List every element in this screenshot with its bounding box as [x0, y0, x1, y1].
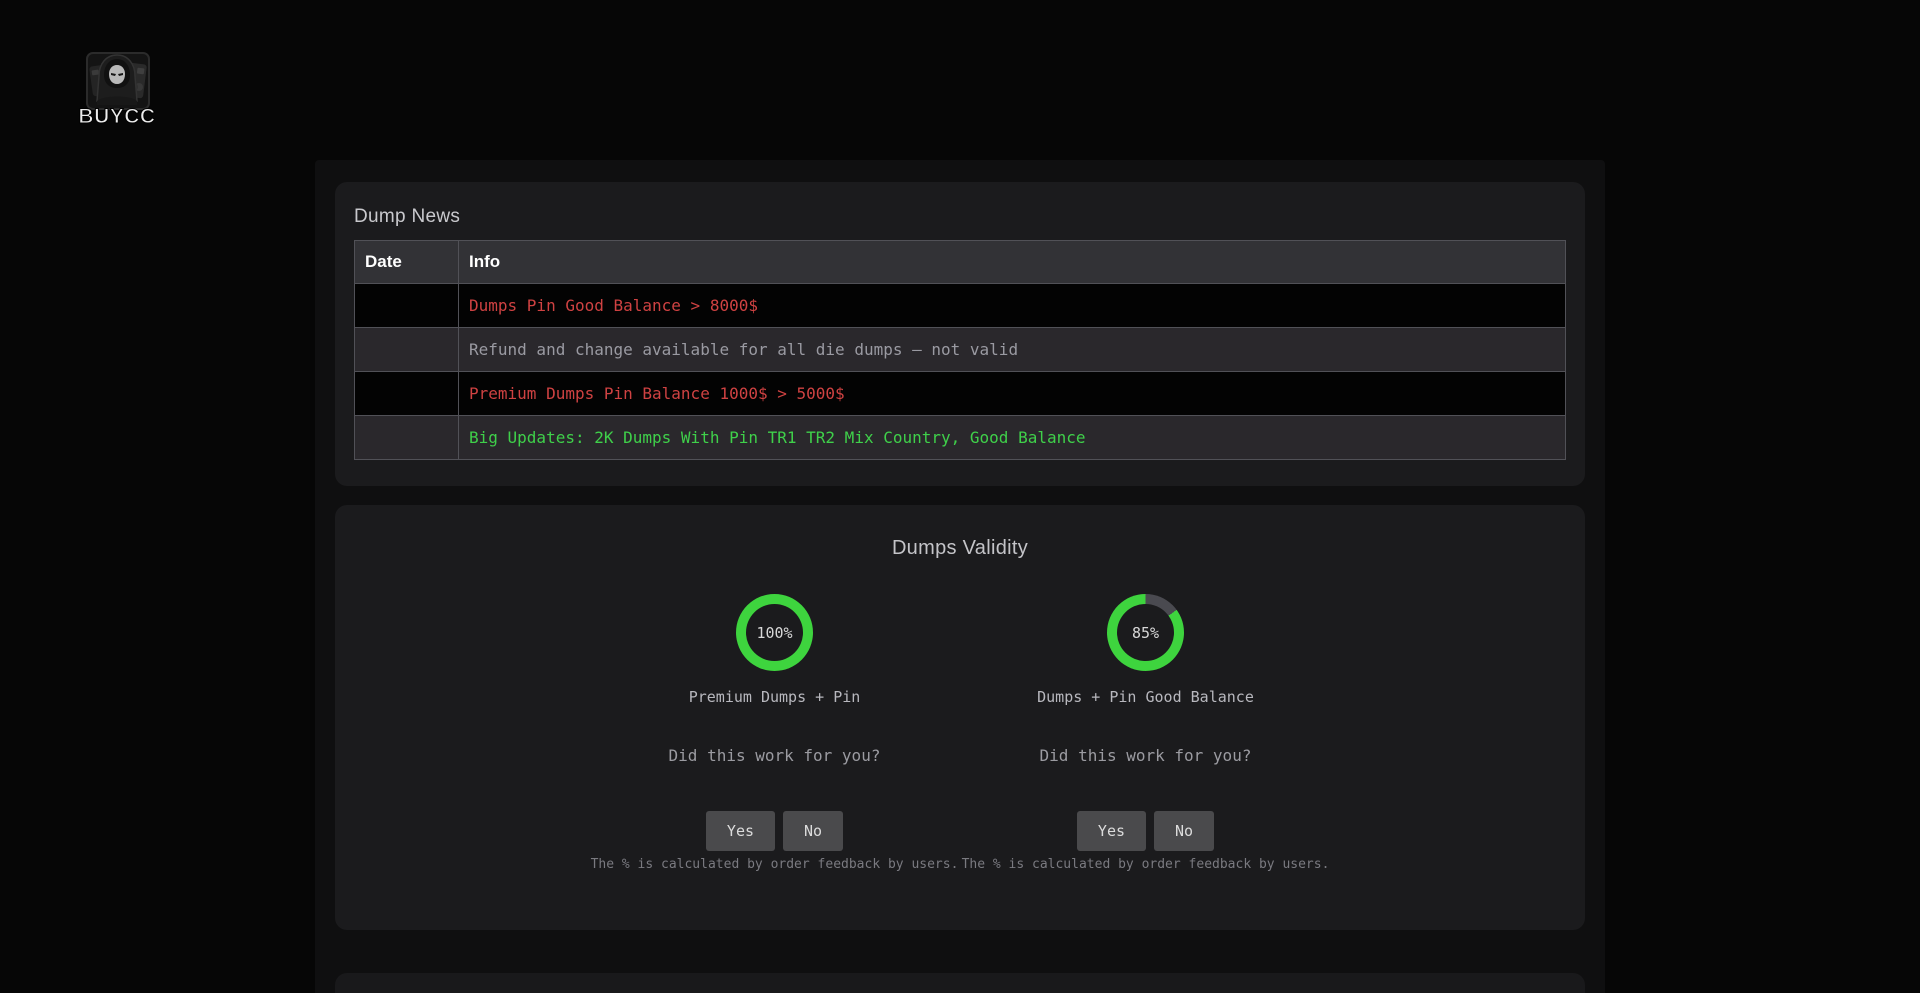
next-section-card: [335, 973, 1585, 993]
table-row: Premium Dumps Pin Balance 1000$ > 5000$: [355, 372, 1566, 416]
vote-buttons: Yes No: [589, 811, 960, 851]
gauge-dumps-pin-good-balance: 85% Dumps + Pin Good Balance Did this wo…: [960, 594, 1331, 872]
news-date-cell: [355, 328, 459, 372]
site-logo[interactable]: BUYCC: [73, 43, 161, 131]
gauges-row: 100% Premium Dumps + Pin Did this work f…: [335, 594, 1585, 872]
table-header-row: Date Info: [355, 241, 1566, 284]
dumps-validity-card: Dumps Validity 100% Premium Dumps + Pin …: [335, 505, 1585, 930]
dumps-validity-title: Dumps Validity: [335, 537, 1585, 560]
news-date-cell: [355, 416, 459, 460]
yes-button[interactable]: Yes: [1077, 811, 1146, 851]
gauge-percent: 85%: [1117, 604, 1174, 661]
logo-wordmark: BUYCC: [78, 105, 155, 128]
news-date-cell: [355, 284, 459, 328]
gauge-footnote: The % is calculated by order feedback by…: [960, 857, 1331, 872]
column-header-info: Info: [459, 241, 1566, 284]
table-row: Dumps Pin Good Balance > 8000$: [355, 284, 1566, 328]
no-button[interactable]: No: [783, 811, 843, 851]
vote-buttons: Yes No: [960, 811, 1331, 851]
validity-gauge-ring: 85%: [1107, 594, 1184, 671]
table-row: Refund and change available for all die …: [355, 328, 1566, 372]
news-info-cell: Premium Dumps Pin Balance 1000$ > 5000$: [459, 372, 1566, 416]
gauge-footnote: The % is calculated by order feedback by…: [589, 857, 960, 872]
gauge-percent: 100%: [746, 604, 803, 661]
news-date-cell: [355, 372, 459, 416]
dump-news-card: Dump News Date Info Dumps Pin Good Balan…: [335, 182, 1585, 486]
dump-news-title: Dump News: [354, 206, 1566, 228]
news-info-cell: Dumps Pin Good Balance > 8000$: [459, 284, 1566, 328]
gauge-question: Did this work for you?: [960, 746, 1331, 765]
news-info-cell: Big Updates: 2K Dumps With Pin TR1 TR2 M…: [459, 416, 1566, 460]
validity-gauge-ring: 100%: [736, 594, 813, 671]
yes-button[interactable]: Yes: [706, 811, 775, 851]
news-info-cell: Refund and change available for all die …: [459, 328, 1566, 372]
gauge-label: Dumps + Pin Good Balance: [960, 688, 1331, 706]
gauge-label: Premium Dumps + Pin: [589, 688, 960, 706]
dump-news-table: Date Info Dumps Pin Good Balance > 8000$…: [354, 240, 1566, 460]
gauge-question: Did this work for you?: [589, 746, 960, 765]
no-button[interactable]: No: [1154, 811, 1214, 851]
main-content-area: Dump News Date Info Dumps Pin Good Balan…: [315, 160, 1605, 993]
gauge-premium-dumps-pin: 100% Premium Dumps + Pin Did this work f…: [589, 594, 960, 872]
buycc-logo-graphic: BUYCC: [73, 43, 161, 131]
table-row: Big Updates: 2K Dumps With Pin TR1 TR2 M…: [355, 416, 1566, 460]
column-header-date: Date: [355, 241, 459, 284]
